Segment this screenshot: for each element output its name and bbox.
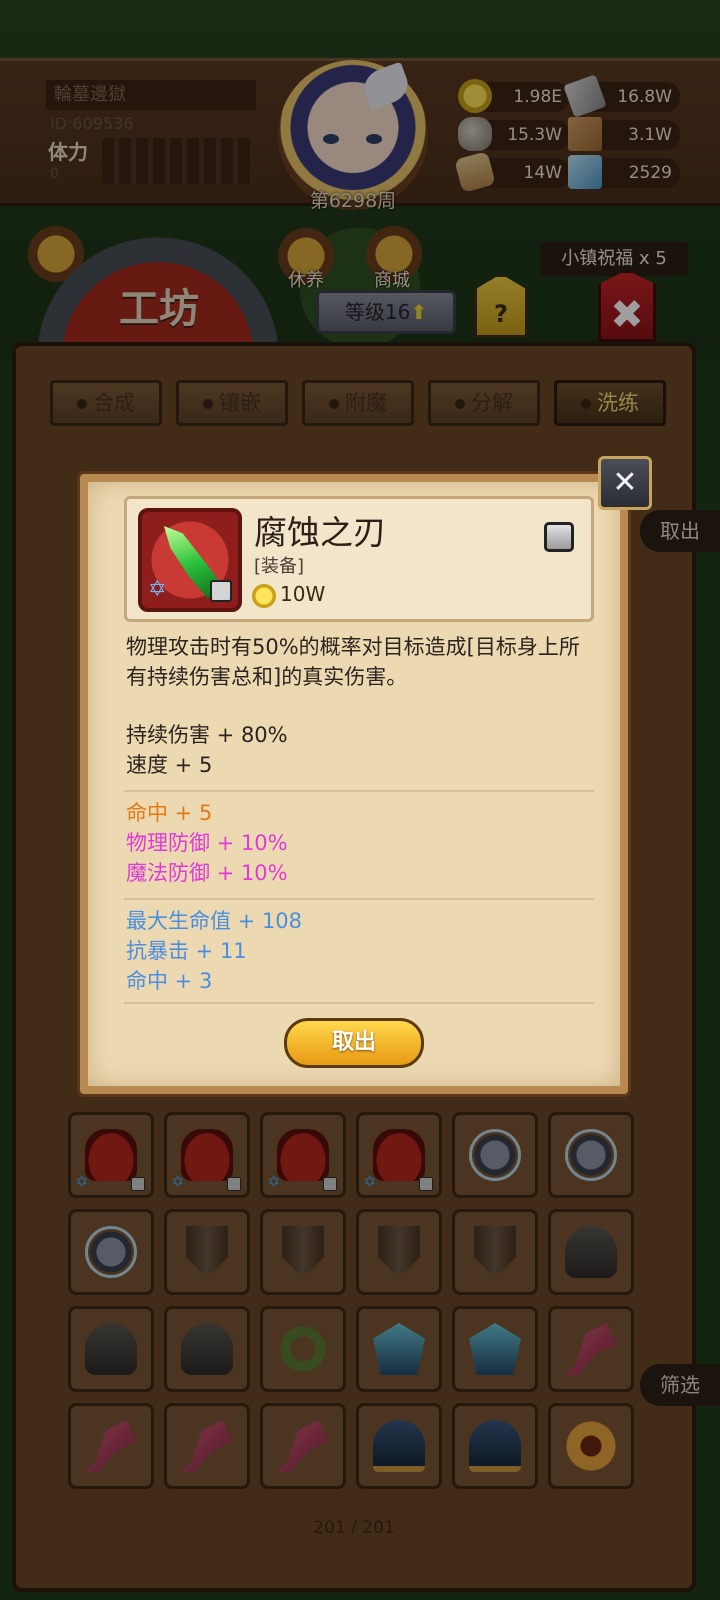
item-price: 10W: [280, 582, 326, 606]
item-icon-frame: ✡: [138, 508, 242, 612]
bonus-stats: 命中 + 5 物理防御 + 10% 魔法防御 + 10%: [126, 798, 586, 888]
item-description: 物理攻击时有50%的概率对目标造成[目标身上所有持续伤害总和]的真实伤害。: [126, 635, 580, 689]
stats-divider: [124, 1002, 594, 1004]
item-name: 腐蚀之刃: [254, 513, 386, 552]
popup-close-button[interactable]: ✕: [598, 456, 652, 510]
star-icon: ✡: [148, 577, 167, 602]
base-stats: 持续伤害 + 80% 速度 + 5: [126, 720, 586, 780]
stats-divider: [124, 898, 594, 900]
take-out-button[interactable]: 取出: [284, 1018, 424, 1068]
stat-line: 魔法防御 + 10%: [126, 861, 288, 885]
refine-stats: 最大生命值 + 108 抗暴击 + 11 命中 + 3: [126, 906, 586, 996]
stat-line: 命中 + 3: [126, 969, 213, 993]
stat-line: 物理防御 + 10%: [126, 831, 288, 855]
coin-icon: [252, 584, 276, 608]
lock-icon: [210, 580, 232, 602]
stat-line: 持续伤害 + 80%: [126, 723, 288, 747]
stat-line: 命中 + 5: [126, 801, 213, 825]
item-type: [装备]: [254, 556, 305, 577]
stat-line: 速度 + 5: [126, 753, 213, 777]
stat-line: 最大生命值 + 108: [126, 909, 303, 933]
item-lock-toggle-icon[interactable]: [544, 522, 574, 552]
close-icon: ✕: [612, 465, 638, 500]
stats-divider: [124, 790, 594, 792]
stat-line: 抗暴击 + 11: [126, 939, 247, 963]
